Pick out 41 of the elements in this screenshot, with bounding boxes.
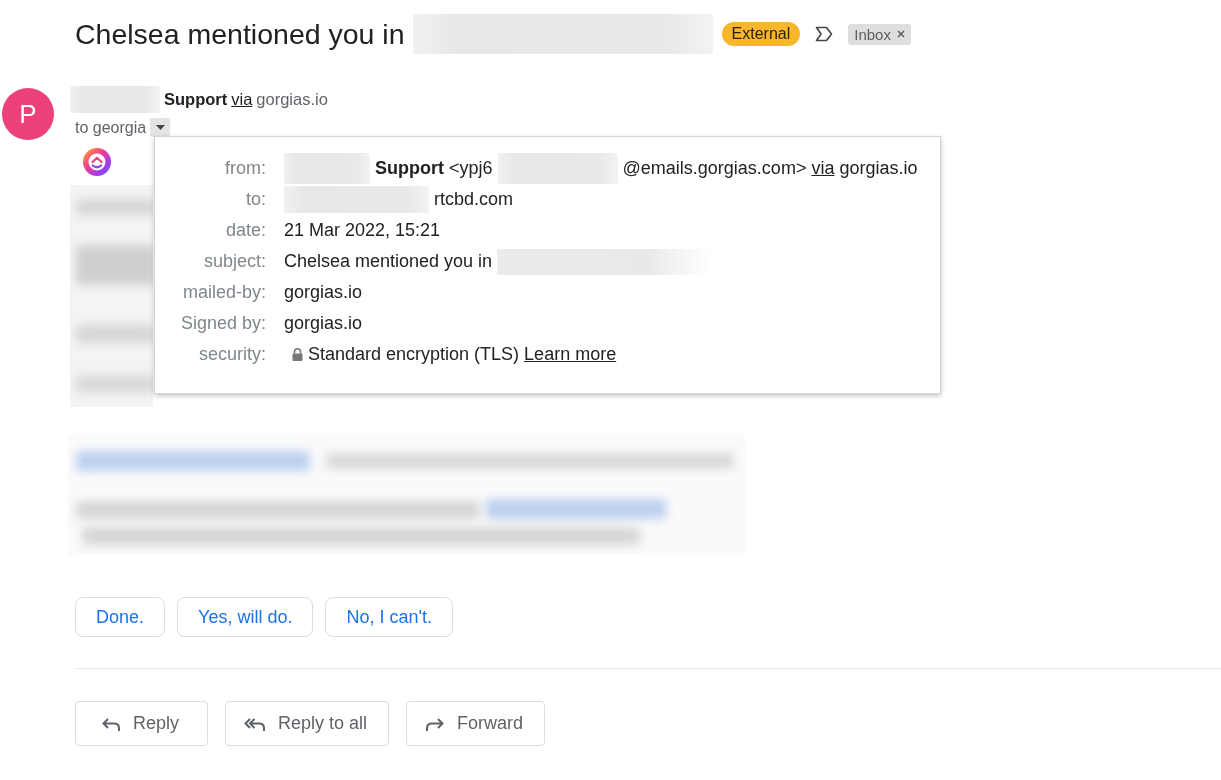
close-icon[interactable] <box>896 30 905 38</box>
email-subject: Chelsea mentioned you in <box>75 17 405 51</box>
detail-value: @emails.gorgias.com> <box>622 158 807 179</box>
detail-value: Support <ypj6 <box>375 158 493 179</box>
reply-all-icon <box>244 715 266 732</box>
lock-icon <box>292 348 303 361</box>
caret-icon <box>155 125 165 130</box>
detail-value: Chelsea mentioned you in <box>284 251 493 272</box>
detail-label: to: <box>246 189 266 210</box>
app-logo-icon <box>83 148 111 176</box>
smart-reply-chip[interactable]: No, I can't. <box>325 597 453 637</box>
via-link[interactable]: via <box>231 90 253 109</box>
sender-domain: gorgias.io <box>256 90 328 109</box>
forward-button[interactable]: Forward <box>406 701 546 746</box>
detail-value: gorgias.io <box>284 313 363 334</box>
detail-label: date: <box>225 220 266 241</box>
sender-name: Support <box>164 90 228 109</box>
detail-value: 21 Mar 2022, 15:21 <box>284 220 441 241</box>
detail-label: from: <box>225 158 266 179</box>
smart-reply-chip[interactable]: Yes, will do. <box>177 597 314 637</box>
reply-icon <box>101 715 121 732</box>
forward-icon <box>425 715 446 732</box>
detail-value: gorgias.io <box>284 282 363 303</box>
external-badge: External <box>721 22 801 46</box>
importance-marker-icon[interactable] <box>815 26 834 42</box>
via-link[interactable]: via <box>811 158 835 179</box>
detail-value: rtcbd.com <box>434 189 514 210</box>
learn-more-link[interactable]: Learn more <box>524 344 617 365</box>
label-chip[interactable]: Inbox <box>848 23 911 45</box>
detail-label: security: <box>198 344 266 365</box>
detail-value: Standard encryption (TLS) <box>308 344 520 365</box>
detail-label: subject: <box>203 251 266 272</box>
details-dropdown-button[interactable] <box>150 118 171 137</box>
reply-all-button[interactable]: Reply to all <box>225 701 390 746</box>
smart-reply-chip[interactable]: Done. <box>75 597 166 637</box>
avatar: P <box>2 88 54 140</box>
detail-value: gorgias.io <box>839 158 918 179</box>
detail-label: mailed-by: <box>182 282 266 303</box>
reply-button[interactable]: Reply <box>75 701 208 746</box>
detail-label: Signed by: <box>180 313 266 334</box>
recipient-text: to georgia <box>75 118 147 137</box>
